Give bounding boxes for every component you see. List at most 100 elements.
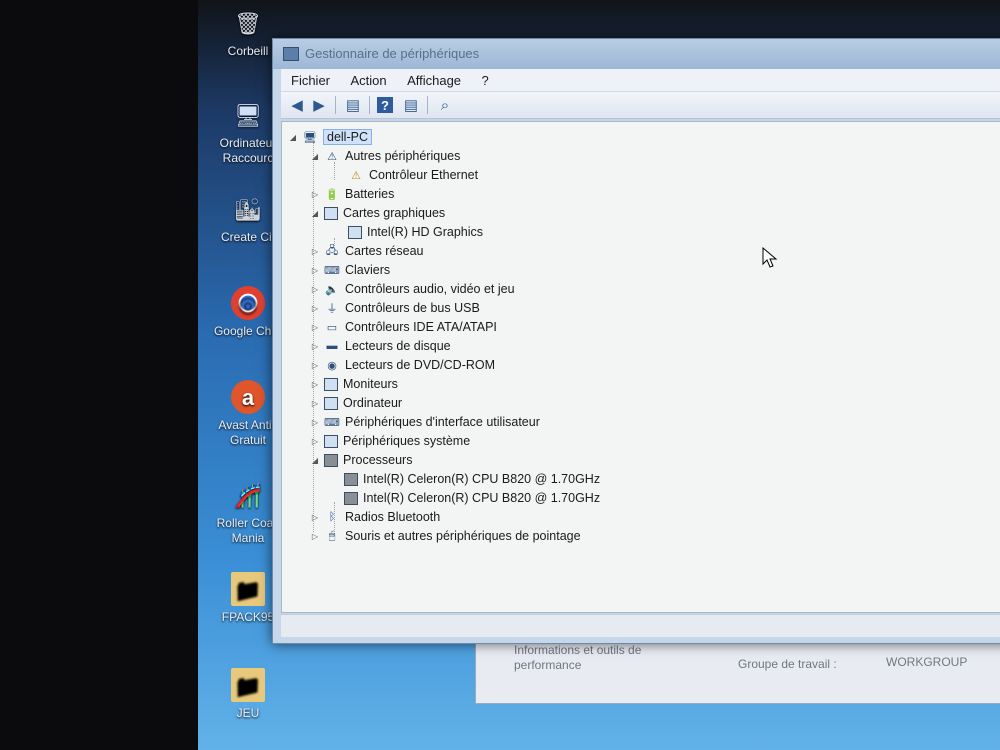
expand-arrow-icon[interactable]: ▷ <box>310 323 320 332</box>
expand-arrow-icon[interactable]: ▷ <box>310 266 320 275</box>
tree-root-row[interactable]: ◢ 🖥 dell-PC <box>288 128 372 146</box>
processor-icon <box>344 472 358 486</box>
computer-icon: 🖥 <box>303 131 317 144</box>
tree-item-bluetooth[interactable]: ▷ ᛒ Radios Bluetooth <box>310 508 440 526</box>
tree-item-label: Radios Bluetooth <box>345 510 441 524</box>
tree-item-batteries[interactable]: ▷ 🔋 Batteries <box>310 185 394 203</box>
tree-item-label: Périphériques système <box>343 434 471 448</box>
tree-item-label: Contrôleurs de bus USB <box>345 301 480 315</box>
computer-icon <box>324 396 338 410</box>
tree-item-cartes-reseau[interactable]: ▷ 🖧 Cartes réseau <box>310 242 424 260</box>
collapse-arrow-icon[interactable]: ◢ <box>310 456 320 465</box>
collapse-arrow-icon[interactable]: ◢ <box>310 152 320 161</box>
tree-item-ide[interactable]: ▷ ▭ Contrôleurs IDE ATA/ATAPI <box>310 318 497 336</box>
tree-item-cpu-1[interactable]: Intel(R) Celeron(R) CPU B820 @ 1.70GHz <box>344 470 600 488</box>
tree-item-label: Souris et autres périphériques de pointa… <box>345 529 581 543</box>
roller-coaster-icon: 🎢 <box>234 482 262 508</box>
tree-root-label: dell-PC <box>323 129 372 145</box>
collapse-arrow-icon[interactable]: ◢ <box>310 209 320 218</box>
expand-arrow-icon[interactable]: ▷ <box>310 304 320 313</box>
expand-arrow-icon[interactable]: ▷ <box>310 399 320 408</box>
device-tree: ◢ 🖥 dell-PC ◢ ⚠ Autres périphériques ⚠ C… <box>281 121 1000 613</box>
menu-bar: Fichier Action Affichage ? <box>281 69 1000 92</box>
tree-item-label: Contrôleurs IDE ATA/ATAPI <box>345 320 497 334</box>
expand-arrow-icon[interactable]: ▷ <box>310 342 320 351</box>
keyboard-icon: ⌨ <box>324 264 340 277</box>
battery-icon: 🔋 <box>325 188 339 201</box>
tree-item-souris[interactable]: ▷ 🖱 Souris et autres périphériques de po… <box>310 527 581 545</box>
tree-item-intel-hd-graphics[interactable]: Intel(R) HD Graphics <box>348 223 483 241</box>
scan-hardware-icon[interactable]: ⌕ <box>435 95 455 115</box>
computer-icon: 🖥 <box>234 102 262 128</box>
expand-arrow-icon[interactable]: ▷ <box>310 513 320 522</box>
expand-arrow-icon[interactable]: ▷ <box>310 437 320 446</box>
expand-arrow-icon[interactable]: ▷ <box>310 418 320 427</box>
tree-item-label: Lecteurs de DVD/CD-ROM <box>345 358 496 372</box>
desktop-icon-jeu[interactable]: 📁 JEU <box>208 668 288 721</box>
performance-info-link[interactable]: Informations et outils de performance <box>514 643 664 673</box>
tree-item-autres-peripheriques[interactable]: ◢ ⚠ Autres périphériques <box>310 147 460 165</box>
tree-item-label: Intel(R) Celeron(R) CPU B820 @ 1.70GHz <box>363 491 601 505</box>
expand-arrow-icon[interactable]: ▷ <box>310 380 320 389</box>
tree-item-usb[interactable]: ▷ ⏚ Contrôleurs de bus USB <box>310 299 480 317</box>
tree-item-hid[interactable]: ▷ ⌨ Périphériques d'interface utilisateu… <box>310 413 540 431</box>
bluetooth-icon: ᛒ <box>328 511 336 523</box>
tree-item-label: Cartes réseau <box>345 244 424 258</box>
network-icon: 🖧 <box>325 244 339 257</box>
toolbar-separator <box>427 96 428 114</box>
tree-item-ordinateur[interactable]: ▷ Ordinateur <box>310 394 402 412</box>
expand-arrow-icon[interactable]: ▷ <box>310 247 320 256</box>
tree-item-cpu-2[interactable]: Intel(R) Celeron(R) CPU B820 @ 1.70GHz <box>344 489 600 507</box>
tree-item-peripheriques-systeme[interactable]: ▷ Périphériques système <box>310 432 470 450</box>
tree-item-dvd[interactable]: ▷ ◉ Lecteurs de DVD/CD-ROM <box>310 356 495 374</box>
menu-fichier[interactable]: Fichier <box>291 73 330 88</box>
collapse-arrow-icon[interactable]: ◢ <box>288 133 298 142</box>
expand-arrow-icon[interactable]: ▷ <box>310 361 320 370</box>
recycle-bin-icon: 🗑 <box>234 10 262 36</box>
properties-icon[interactable]: ▤ <box>343 95 363 115</box>
mouse-cursor-icon <box>762 247 778 268</box>
tree-item-label: Contrôleurs audio, vidéo et jeu <box>345 282 515 296</box>
dvd-icon: ◉ <box>327 359 337 372</box>
tree-item-processeurs[interactable]: ◢ Processeurs <box>310 451 413 469</box>
menu-affichage[interactable]: Affichage <box>407 73 461 88</box>
warning-device-icon: ⚠ <box>351 169 361 182</box>
expand-arrow-icon[interactable]: ▷ <box>310 285 320 294</box>
tree-item-label: Batteries <box>345 187 395 201</box>
tree-item-lecteurs-disque[interactable]: ▷ ▬ Lecteurs de disque <box>310 337 451 355</box>
mouse-icon: 🖱 <box>328 529 336 542</box>
warning-device-icon: ⚠ <box>327 150 337 163</box>
view-icon[interactable]: ▤ <box>401 95 421 115</box>
back-arrow-icon[interactable]: ◀ <box>287 95 307 115</box>
tree-item-audio-video[interactable]: ▷ 🔈 Contrôleurs audio, vidéo et jeu <box>310 280 515 298</box>
folder-icon: 📁 <box>231 668 265 702</box>
window-title: Gestionnaire de périphériques <box>305 46 480 61</box>
menu-help[interactable]: ? <box>481 73 488 88</box>
device-manager-window: Gestionnaire de périphériques Fichier Ac… <box>272 38 1000 644</box>
title-bar[interactable]: Gestionnaire de périphériques <box>273 39 1000 69</box>
tree-item-label: Ordinateur <box>343 396 403 410</box>
tree-item-cartes-graphiques[interactable]: ◢ Cartes graphiques <box>310 204 445 222</box>
toolbar-separator <box>335 96 336 114</box>
menu-action[interactable]: Action <box>350 73 386 88</box>
chrome-icon: ◎ <box>231 286 265 320</box>
disk-icon: ▬ <box>326 340 338 352</box>
workgroup-value: WORKGROUP <box>886 655 968 669</box>
avast-icon: a <box>231 380 265 414</box>
system-icon <box>324 434 338 448</box>
tree-item-controleur-ethernet[interactable]: ⚠ Contrôleur Ethernet <box>348 166 478 184</box>
display-adapter-icon <box>324 206 338 220</box>
help-icon[interactable]: ? <box>377 97 393 113</box>
tree-item-claviers[interactable]: ▷ ⌨ Claviers <box>310 261 390 279</box>
tree-item-label: Claviers <box>345 263 391 277</box>
expand-arrow-icon[interactable]: ▷ <box>310 190 320 199</box>
processor-icon <box>324 453 338 467</box>
tree-item-label: Lecteurs de disque <box>345 339 451 353</box>
ide-icon: ▭ <box>326 321 338 334</box>
tree-item-moniteurs[interactable]: ▷ Moniteurs <box>310 375 398 393</box>
tree-item-label: Moniteurs <box>343 377 398 391</box>
expand-arrow-icon[interactable]: ▷ <box>310 532 320 541</box>
forward-arrow-icon[interactable]: ▶ <box>309 95 329 115</box>
city-icon: 🏙 <box>234 196 262 222</box>
display-adapter-icon <box>348 225 362 239</box>
